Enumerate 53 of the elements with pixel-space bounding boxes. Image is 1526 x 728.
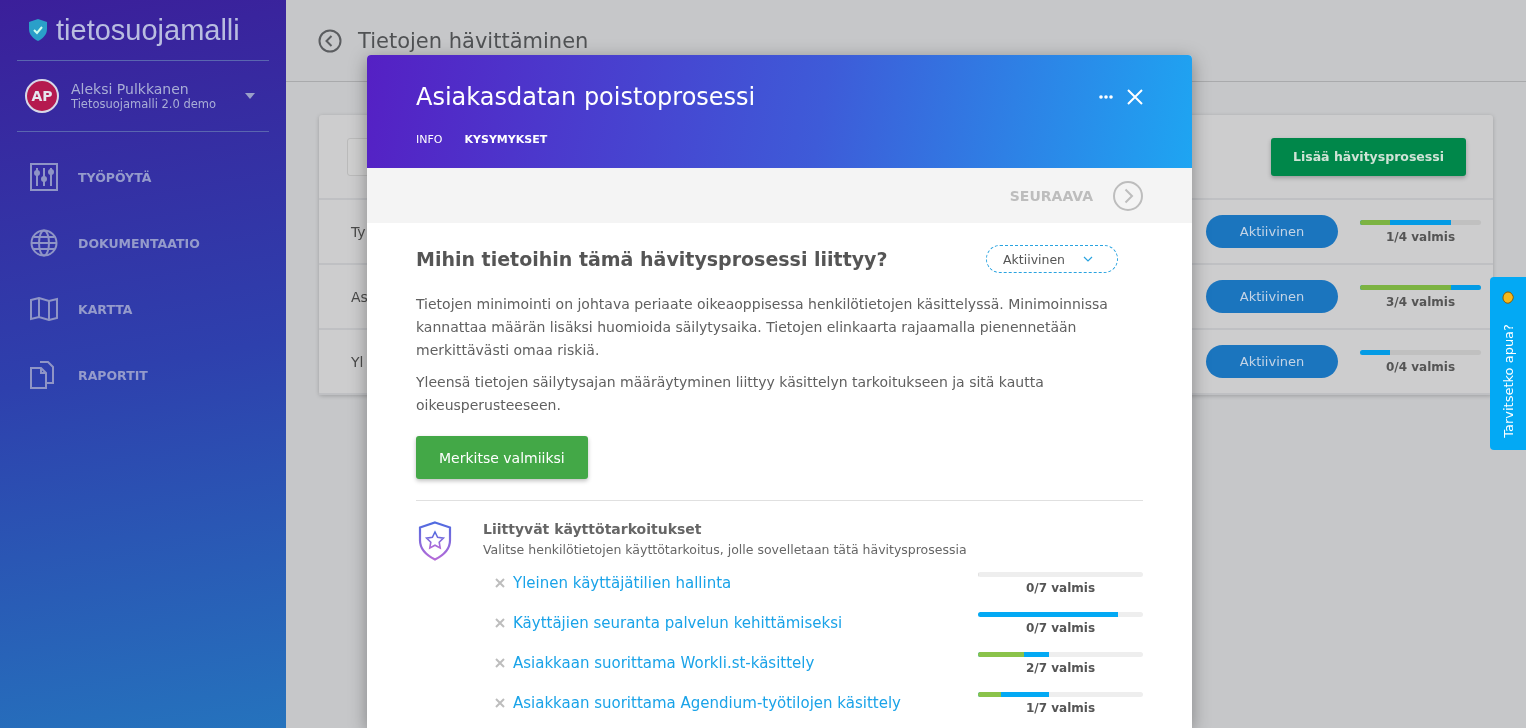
progress-label: 1/4 valmis — [1385, 229, 1456, 244]
remove-icon[interactable] — [495, 658, 505, 668]
back-icon[interactable] — [318, 28, 342, 53]
nav-item[interactable]: TYÖPÖYTÄ — [17, 144, 269, 210]
purpose-link[interactable]: Asiakkaan suorittama Workli.st-käsittely — [513, 654, 970, 672]
shield-check-icon — [28, 18, 48, 42]
progress-label: 1/7 valmis — [1025, 700, 1096, 715]
caret-icon[interactable] — [245, 93, 255, 99]
nav-item[interactable]: RAPORTIT — [17, 342, 269, 408]
status-button[interactable]: Aktiivinen — [1206, 215, 1338, 248]
progress-label: 3/4 valmis — [1385, 294, 1456, 309]
user-name: Aleksi Pulkkanen — [71, 81, 190, 97]
question-heading: Mihin tietoihin tämä hävitysprosessi liittyy? — [416, 248, 888, 270]
status-button[interactable]: Aktiivinen — [1206, 345, 1338, 378]
process-name[interactable]: As — [351, 288, 368, 305]
avatar: AP — [25, 79, 59, 113]
purpose-link[interactable]: Asiakkaan suorittama Agendium-työtilojen käsittely — [513, 694, 970, 712]
process-name[interactable]: Yl — [351, 353, 364, 370]
purpose-link[interactable]: Yleinen käyttäjätilien hallinta — [513, 574, 970, 592]
add-process-button[interactable]: Lisää hävitysprosessi — [1270, 137, 1466, 176]
remove-icon[interactable] — [495, 698, 505, 708]
status-button[interactable]: Aktiivinen — [1206, 280, 1338, 313]
logo-text: tietosuojamalli — [56, 13, 240, 47]
paragraph: Tietojen minimointi on johtava periaate oikeaoppisessa henkilötietojen käsittelyssä. Minimoinnissa kannattaa määrän lisäksi huomioida säilytysaika. Tietojen elinkaarta rajaamalla pienennetään merkittävästi omaa riskiä. — [416, 295, 1109, 360]
page-title: Tietojen hävittäminen — [358, 28, 589, 53]
close-icon[interactable] — [1127, 89, 1143, 105]
paragraph: Yleensä tietojen säilytysajan määräytyminen liittyy käsittelyn tarkoitukseen ja sitä kautta oikeusperusteeseen. — [416, 373, 1045, 415]
sliders-icon — [30, 163, 58, 191]
nav-item[interactable]: KARTTA — [17, 276, 269, 342]
progress-label: 0/7 valmis — [1025, 620, 1096, 635]
tab[interactable]: KYSYMYKSET — [464, 133, 548, 146]
section-subtitle: Valitse henkilötietojen käyttötarkoitus, jolle sovelletaan tätä hävitysprosessia — [483, 542, 968, 557]
globe-icon — [30, 229, 58, 257]
organization-name: Tietosuojamalli 2.0 demo — [71, 97, 218, 111]
section-title: Liittyvät käyttötarkoitukset — [483, 521, 703, 537]
more-icon[interactable] — [1099, 95, 1113, 99]
next-icon[interactable] — [1113, 180, 1143, 211]
help-tab[interactable]: Tarvitsetko apua? — [1490, 277, 1526, 450]
mark-done-button[interactable]: Merkitse valmiiksi — [416, 436, 588, 479]
nav-item[interactable]: DOKUMENTAATIO — [17, 210, 269, 276]
remove-icon[interactable] — [495, 578, 505, 588]
remove-icon[interactable] — [495, 618, 505, 628]
chevron-icon — [1083, 256, 1094, 262]
shield-star-icon — [418, 521, 452, 561]
process-name[interactable]: Ty — [351, 223, 366, 240]
progress-label: 2/7 valmis — [1025, 660, 1096, 675]
progress-label: 0/7 valmis — [1025, 580, 1096, 595]
status-dropdown[interactable]: Aktiivinen — [986, 245, 1118, 273]
map-icon — [30, 297, 58, 321]
purpose-link[interactable]: Käyttäjien seuranta palvelun kehittämiseksi — [513, 614, 970, 632]
tab[interactable]: INFO — [416, 133, 443, 146]
progress-label: 0/4 valmis — [1385, 359, 1456, 374]
dialog-title: Asiakasdatan poistoprosessi — [416, 83, 757, 111]
